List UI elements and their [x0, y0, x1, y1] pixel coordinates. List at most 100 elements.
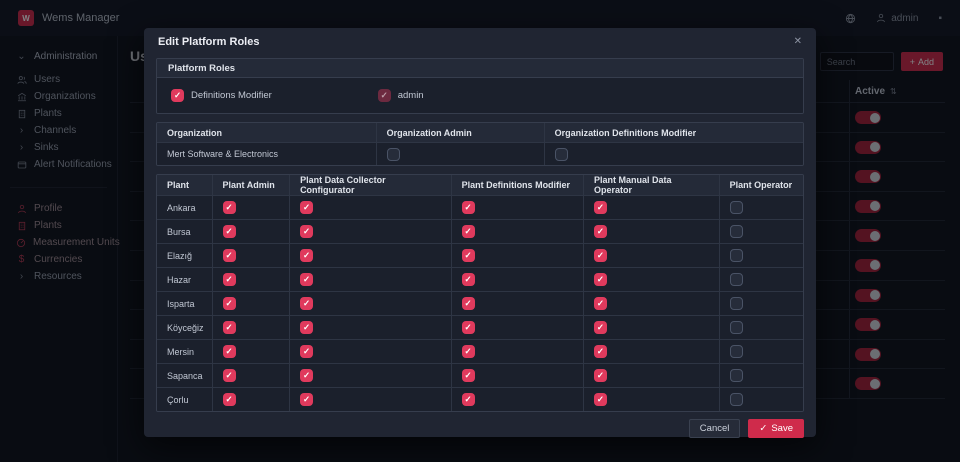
checkbox-cell [720, 244, 803, 267]
column-header: Organization Definitions Modifier [545, 123, 803, 142]
checkbox[interactable]: ✓ [300, 225, 313, 238]
check-icon: ✓ [303, 251, 310, 260]
check-icon: ✓ [597, 347, 604, 356]
check-icon: ✓ [465, 203, 472, 212]
checkbox[interactable]: ✓ [300, 369, 313, 382]
table-row: Ankara✓✓✓✓ [157, 195, 803, 219]
modal-footer: Cancel ✓ Save [144, 412, 816, 444]
checkbox[interactable]: ✓ [223, 369, 236, 382]
checkbox[interactable]: ✓ [462, 225, 475, 238]
checkbox[interactable]: ✓ [594, 393, 607, 406]
checkbox: ✓ [378, 89, 391, 102]
plant-name-cell: Köyceğiz [157, 316, 213, 339]
save-button[interactable]: ✓ Save [748, 419, 804, 438]
checkbox[interactable]: ✓ [594, 201, 607, 214]
checkbox[interactable]: ✓ [300, 201, 313, 214]
checkbox[interactable]: ✓ [223, 273, 236, 286]
plant-name-cell: Mersin [157, 340, 213, 363]
checkbox[interactable] [730, 201, 743, 214]
org-name-cell: Mert Software & Electronics [157, 143, 377, 165]
checkbox[interactable]: ✓ [223, 393, 236, 406]
platform-roles-section: Platform Roles ✓ Definitions Modifier ✓ adm… [156, 58, 804, 114]
check-icon: ✓ [225, 323, 232, 332]
checkbox[interactable] [730, 249, 743, 262]
checkbox[interactable]: ✓ [223, 297, 236, 310]
checkbox[interactable]: ✓ [223, 225, 236, 238]
checkbox[interactable] [730, 369, 743, 382]
check-icon: ✓ [597, 371, 604, 380]
check-icon: ✓ [225, 227, 232, 236]
checkbox[interactable]: ✓ [300, 345, 313, 358]
plant-name-cell: Elazığ [157, 244, 213, 267]
checkbox[interactable] [730, 393, 743, 406]
checkbox[interactable]: ✓ [223, 201, 236, 214]
checkbox[interactable]: ✓ [300, 321, 313, 334]
checkbox-cell: ✓ [584, 220, 720, 243]
checkbox[interactable]: ✓ [594, 297, 607, 310]
checkbox[interactable]: ✓ [594, 249, 607, 262]
checkbox[interactable] [730, 273, 743, 286]
checkbox[interactable] [387, 148, 400, 161]
checkbox[interactable]: ✓ [300, 273, 313, 286]
platform-role-label: Definitions Modifier [191, 90, 272, 101]
checkbox-cell: ✓ [584, 388, 720, 411]
checkbox-cell: ✓ [213, 340, 291, 363]
checkbox[interactable]: ✓ [462, 393, 475, 406]
table-row: Bursa✓✓✓✓ [157, 219, 803, 243]
checkbox-cell: ✓ [452, 196, 584, 219]
checkbox[interactable]: ✓ [594, 321, 607, 334]
plant-table-header: PlantPlant AdminPlant Data Collector Con… [157, 175, 803, 195]
checkbox[interactable]: ✓ [462, 273, 475, 286]
plant-name-cell: Hazar [157, 268, 213, 291]
checkbox[interactable]: ✓ [171, 89, 184, 102]
checkbox-cell: ✓ [290, 220, 452, 243]
checkbox[interactable]: ✓ [594, 345, 607, 358]
check-icon: ✓ [381, 91, 388, 100]
checkbox-cell: ✓ [290, 268, 452, 291]
column-header: Plant [157, 175, 213, 195]
edit-platform-roles-modal: Edit Platform Roles ✕ Platform Roles ✓ De… [144, 28, 816, 437]
check-icon: ✓ [597, 323, 604, 332]
checkbox[interactable]: ✓ [594, 225, 607, 238]
cancel-button[interactable]: Cancel [689, 419, 741, 438]
check-icon: ✓ [597, 227, 604, 236]
checkbox[interactable]: ✓ [462, 297, 475, 310]
checkbox[interactable]: ✓ [462, 345, 475, 358]
checkbox[interactable]: ✓ [462, 321, 475, 334]
close-icon[interactable]: ✕ [794, 36, 802, 47]
check-icon: ✓ [303, 227, 310, 236]
checkbox[interactable]: ✓ [223, 345, 236, 358]
check-icon: ✓ [465, 371, 472, 380]
checkbox-cell: ✓ [452, 388, 584, 411]
checkbox-cell: ✓ [452, 292, 584, 315]
checkbox[interactable]: ✓ [594, 369, 607, 382]
modal-header: Edit Platform Roles ✕ [144, 28, 816, 55]
checkbox[interactable]: ✓ [223, 321, 236, 334]
checkbox[interactable]: ✓ [462, 201, 475, 214]
checkbox[interactable]: ✓ [300, 297, 313, 310]
checkbox[interactable]: ✓ [223, 249, 236, 262]
org-table-header: OrganizationOrganization AdminOrganizati… [157, 123, 803, 142]
platform-roles-header: Platform Roles [157, 59, 803, 78]
checkbox[interactable]: ✓ [594, 273, 607, 286]
checkbox[interactable]: ✓ [300, 249, 313, 262]
checkbox-cell: ✓ [290, 364, 452, 387]
checkbox[interactable]: ✓ [462, 249, 475, 262]
platform-roles-body: ✓ Definitions Modifier ✓ admin [157, 78, 803, 113]
checkbox[interactable] [555, 148, 568, 161]
checkbox[interactable] [730, 345, 743, 358]
checkbox[interactable]: ✓ [462, 369, 475, 382]
checkbox-cell: ✓ [584, 268, 720, 291]
checkbox[interactable] [730, 297, 743, 310]
check-icon: ✓ [597, 275, 604, 284]
platform-role-label: admin [398, 90, 424, 101]
checkbox[interactable]: ✓ [300, 393, 313, 406]
check-icon: ✓ [465, 251, 472, 260]
plant-name-cell: Çorlu [157, 388, 213, 411]
check-icon: ✓ [465, 323, 472, 332]
checkbox[interactable] [730, 225, 743, 238]
check-icon: ✓ [465, 347, 472, 356]
check-icon: ✓ [465, 227, 472, 236]
checkbox-cell [720, 340, 803, 363]
checkbox[interactable] [730, 321, 743, 334]
